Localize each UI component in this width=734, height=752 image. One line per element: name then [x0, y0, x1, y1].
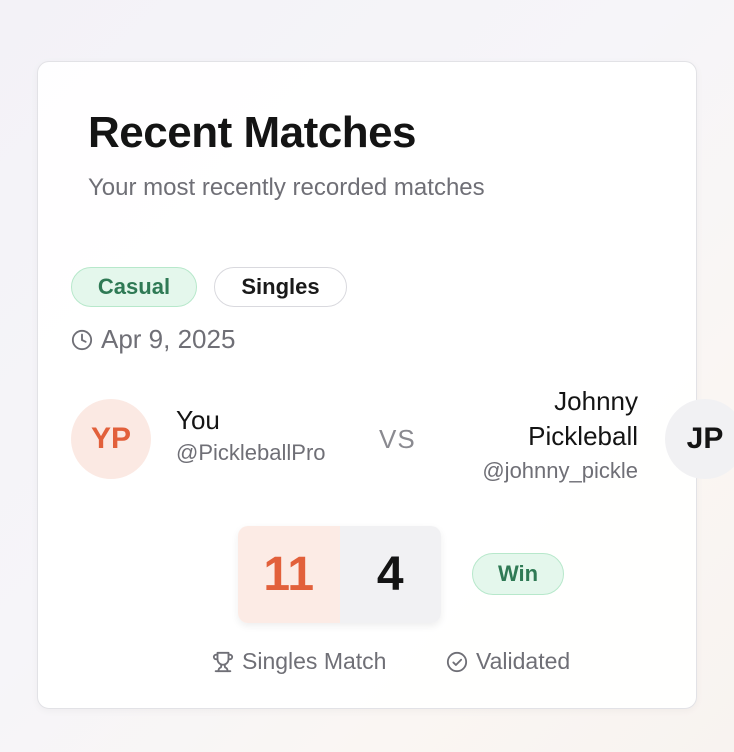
clock-icon: [71, 329, 93, 351]
validation-status-text: Validated: [476, 648, 571, 674]
opponent-avatar[interactable]: JP: [665, 399, 734, 479]
match-type: Singles Match: [212, 648, 386, 675]
card-subtitle: Your most recently recorded matches: [88, 174, 485, 201]
player-info: You @PickleballPro: [176, 404, 326, 466]
validation-status: Validated: [446, 648, 570, 675]
opponent-handle[interactable]: @johnny_pickle: [482, 458, 638, 484]
recent-matches-card: Recent Matches Your most recently record…: [37, 61, 734, 709]
versus-label: VS: [379, 424, 416, 454]
trophy-icon: [212, 651, 234, 673]
player-name: You: [176, 405, 220, 435]
card-title: Recent Matches: [88, 108, 417, 157]
player-handle[interactable]: @PickleballPro: [176, 440, 326, 466]
check-circle-icon: [446, 651, 468, 673]
match-date-text: Apr 9, 2025: [101, 324, 236, 354]
match-date: Apr 9, 2025: [71, 324, 235, 355]
player-score: 11: [238, 526, 340, 623]
opponent-name-line2: Pickleball: [528, 421, 638, 451]
opponent-score: 4: [339, 526, 441, 623]
opponent-info: Johnny Pickleball @johnny_pickle: [482, 384, 638, 484]
match-type-text: Singles Match: [242, 648, 387, 674]
match-tag-singles: Singles: [214, 267, 347, 307]
player-avatar[interactable]: YP: [71, 399, 151, 479]
score-box: 11 4: [238, 526, 441, 623]
match-tag-casual: Casual: [71, 267, 197, 307]
opponent-name-line1: Johnny: [554, 386, 638, 416]
result-badge: Win: [472, 553, 564, 595]
